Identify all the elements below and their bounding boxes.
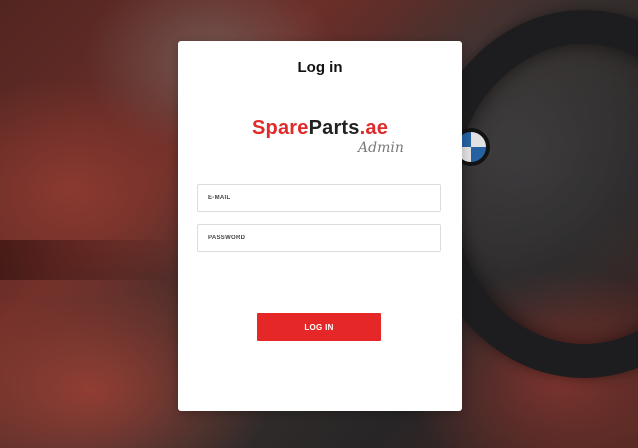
password-field-container <box>197 224 441 252</box>
brand-subtitle: Admin <box>358 140 404 156</box>
brand-name-suffix: .ae <box>359 117 389 139</box>
email-field-container <box>197 184 441 212</box>
login-button[interactable]: LOG IN <box>257 313 381 341</box>
email-field[interactable] <box>198 185 440 211</box>
password-field[interactable] <box>198 225 440 251</box>
brand-name-part-2: Parts <box>308 117 360 139</box>
login-card: Log in SpareParts.ae Admin LOG IN <box>178 41 462 411</box>
brand-name-part-1: Spare <box>251 117 309 139</box>
page-title: Log in <box>297 59 343 76</box>
brand-logo: SpareParts.ae <box>178 117 462 140</box>
